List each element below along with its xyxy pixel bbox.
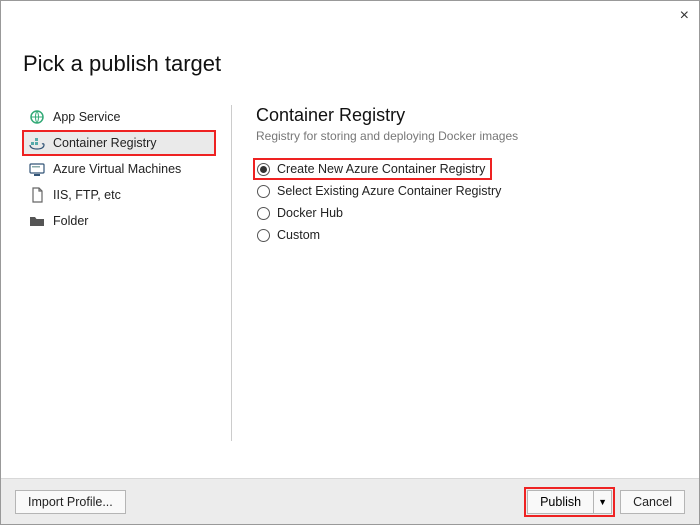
radio-label: Select Existing Azure Container Registry — [277, 184, 501, 198]
radio-docker-hub[interactable]: Docker Hub — [256, 205, 347, 221]
virtual-machine-icon — [29, 161, 45, 177]
sidebar-item-azure-vm[interactable]: Azure Virtual Machines — [23, 157, 215, 181]
footer: Import Profile... Publish ▼ Cancel — [1, 478, 699, 524]
publish-button[interactable]: Publish — [527, 490, 594, 514]
radio-icon — [257, 229, 270, 242]
cancel-button[interactable]: Cancel — [620, 490, 685, 514]
radio-label: Docker Hub — [277, 206, 343, 220]
radio-icon — [257, 207, 270, 220]
radio-label: Create New Azure Container Registry — [277, 162, 485, 176]
main-heading: Container Registry — [256, 105, 677, 126]
close-icon[interactable]: × — [680, 7, 689, 25]
radio-icon — [257, 163, 270, 176]
radio-create-new[interactable]: Create New Azure Container Registry — [256, 161, 489, 177]
folder-icon — [29, 213, 45, 229]
vertical-divider — [231, 105, 232, 441]
radio-custom[interactable]: Custom — [256, 227, 324, 243]
sidebar-item-folder[interactable]: Folder — [23, 209, 215, 233]
sidebar-item-label: Azure Virtual Machines — [53, 162, 181, 176]
sidebar-item-label: Container Registry — [53, 136, 157, 150]
document-icon — [29, 187, 45, 203]
sidebar-item-iis-ftp[interactable]: IIS, FTP, etc — [23, 183, 215, 207]
dialog-title: Pick a publish target — [1, 1, 699, 105]
import-profile-button[interactable]: Import Profile... — [15, 490, 126, 514]
publish-split-button: Publish ▼ — [527, 490, 612, 514]
radio-select-existing[interactable]: Select Existing Azure Container Registry — [256, 183, 505, 199]
chevron-down-icon: ▼ — [598, 497, 607, 507]
main-subheading: Registry for storing and deploying Docke… — [256, 129, 677, 143]
sidebar-item-label: Folder — [53, 214, 88, 228]
sidebar-item-app-service[interactable]: App Service — [23, 105, 215, 129]
radio-label: Custom — [277, 228, 320, 242]
container-registry-icon — [29, 135, 45, 151]
content-area: App Service Container Registry Azure Vir… — [1, 105, 699, 441]
radio-icon — [257, 185, 270, 198]
sidebar-item-label: IIS, FTP, etc — [53, 188, 121, 202]
sidebar-item-label: App Service — [53, 110, 120, 124]
sidebar-item-container-registry[interactable]: Container Registry — [23, 131, 215, 155]
sidebar: App Service Container Registry Azure Vir… — [23, 105, 215, 441]
publish-dropdown-button[interactable]: ▼ — [594, 490, 612, 514]
main-panel: Container Registry Registry for storing … — [256, 105, 677, 441]
app-service-icon — [29, 109, 45, 125]
